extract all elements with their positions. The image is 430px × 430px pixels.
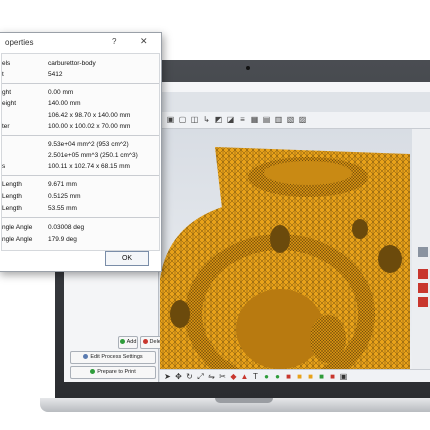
divider bbox=[2, 217, 159, 218]
carburettor-model[interactable] bbox=[160, 129, 412, 369]
drain-icon[interactable]: ■ bbox=[295, 372, 304, 381]
mirror-icon[interactable]: ⇋ bbox=[207, 372, 216, 381]
cube-icon[interactable] bbox=[418, 247, 428, 257]
paint-icon[interactable]: ■ bbox=[317, 372, 326, 381]
close-icon[interactable]: ✕ bbox=[140, 36, 148, 47]
property-row: t 5412 bbox=[2, 71, 63, 78]
cube-side-icon[interactable]: ◫ bbox=[190, 115, 199, 124]
view-icon[interactable]: ◪ bbox=[226, 115, 235, 124]
pointer-icon[interactable]: ➤ bbox=[163, 372, 172, 381]
help-button[interactable]: ? bbox=[112, 37, 116, 46]
view-icon[interactable]: ◩ bbox=[214, 115, 223, 124]
color-icon[interactable]: ● bbox=[262, 372, 271, 381]
view-icon[interactable]: ▧ bbox=[286, 115, 295, 124]
divider bbox=[2, 135, 159, 136]
properties-table: els carburettor-body t 5412 ght 0.00 mm eig… bbox=[1, 53, 160, 251]
axis-icon[interactable]: ↳ bbox=[202, 115, 211, 124]
layers-icon[interactable] bbox=[418, 297, 428, 307]
tool-bar: ➤ ✥ ↻ ⤢ ⇋ ✂ ◆ ▲ T ● ● ■ ■ ■ ■ ■ ▣ bbox=[160, 369, 430, 382]
layers-icon[interactable] bbox=[418, 269, 428, 279]
property-row: s 100.11 x 102.74 x 68.15 mm bbox=[2, 163, 130, 170]
layers-icon[interactable]: ≡ bbox=[238, 115, 247, 124]
cube-front-icon[interactable]: ▢ bbox=[178, 115, 187, 124]
more-icon[interactable]: ▣ bbox=[339, 372, 348, 381]
dialog-title: operties bbox=[5, 38, 34, 47]
dialog-titlebar: operties ? ✕ bbox=[0, 33, 161, 53]
divider bbox=[2, 175, 159, 176]
property-row: Length 9.671 mm bbox=[2, 181, 77, 188]
bolt-hole bbox=[352, 219, 368, 239]
bolt-hole bbox=[270, 225, 290, 253]
property-row: Length 0.5125 mm bbox=[2, 193, 81, 200]
3d-viewport[interactable] bbox=[160, 129, 412, 369]
prepare-to-print-button[interactable]: Prepare to Print bbox=[70, 366, 156, 379]
add-button[interactable]: Add bbox=[118, 336, 138, 349]
cut-icon[interactable]: ✂ bbox=[218, 372, 227, 381]
move-icon[interactable]: ✥ bbox=[174, 372, 183, 381]
laptop-notch bbox=[215, 398, 273, 403]
ok-button[interactable]: OK bbox=[105, 251, 149, 266]
property-row: ngle Angle 0.03008 deg bbox=[2, 224, 85, 231]
shell-icon[interactable]: ● bbox=[273, 372, 282, 381]
hollow-icon[interactable]: ■ bbox=[284, 372, 293, 381]
check-icon bbox=[90, 369, 96, 375]
property-row: eight 140.00 mm bbox=[2, 100, 81, 107]
measure-icon[interactable]: ◆ bbox=[229, 372, 238, 381]
settings-icon bbox=[83, 354, 89, 360]
properties-dialog: operties ? ✕ els carburettor-body t 5412 g… bbox=[0, 32, 162, 272]
rotate-icon[interactable]: ↻ bbox=[185, 372, 194, 381]
layers-icon[interactable] bbox=[418, 283, 428, 293]
edit-process-settings-button[interactable]: Edit Process Settings bbox=[70, 351, 156, 364]
property-row: Length 53.55 mm bbox=[2, 205, 77, 212]
view-icon[interactable]: ▨ bbox=[298, 115, 307, 124]
view-icon[interactable]: ▤ bbox=[262, 115, 271, 124]
add-icon bbox=[119, 339, 125, 345]
bolt-hole bbox=[378, 245, 402, 273]
property-row: ngle Angle 179.9 deg bbox=[2, 236, 77, 243]
top-bore bbox=[264, 161, 352, 185]
center-bore bbox=[236, 289, 324, 369]
view-icon[interactable]: ▥ bbox=[274, 115, 283, 124]
right-panel bbox=[412, 129, 430, 369]
view-icon[interactable]: ▦ bbox=[250, 115, 259, 124]
seam-icon[interactable]: ■ bbox=[328, 372, 337, 381]
bolt-hole bbox=[170, 300, 190, 328]
center-boss bbox=[310, 315, 346, 363]
property-row: ter 100.00 x 100.02 x 70.00 mm bbox=[2, 123, 131, 130]
support-icon[interactable]: ▲ bbox=[240, 372, 249, 381]
layer-icon[interactable]: ■ bbox=[306, 372, 315, 381]
delete-icon bbox=[142, 339, 148, 345]
scale-icon[interactable]: ⤢ bbox=[196, 372, 205, 381]
view-toolbar: ▣ ▢ ◫ ↳ ◩ ◪ ≡ ▦ ▤ ▥ ▧ ▨ bbox=[160, 112, 430, 129]
text-icon[interactable]: T bbox=[251, 372, 260, 381]
divider bbox=[2, 83, 159, 84]
webcam-icon bbox=[246, 66, 250, 70]
cube-icon[interactable]: ▣ bbox=[166, 115, 175, 124]
